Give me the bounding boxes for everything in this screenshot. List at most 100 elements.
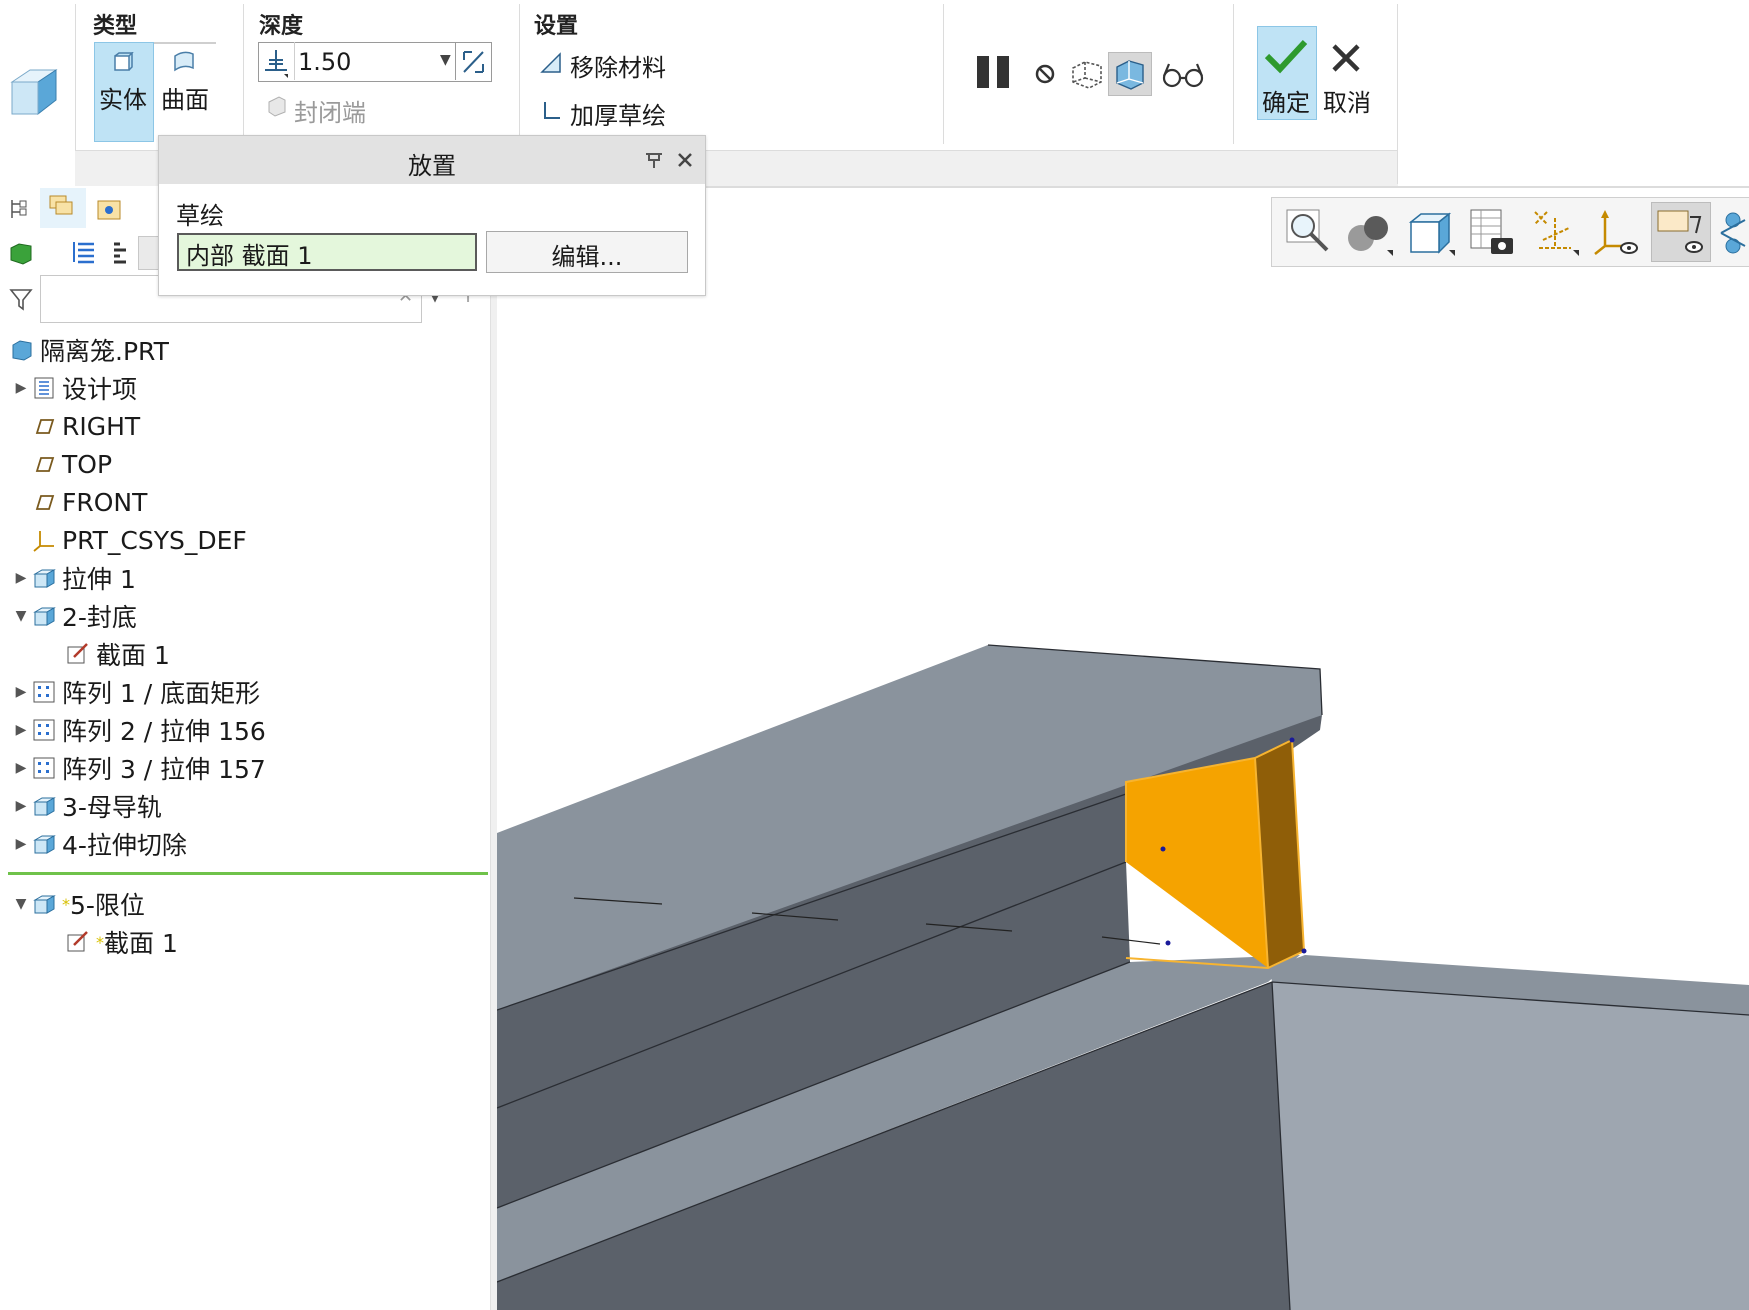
separator <box>943 4 944 144</box>
new-item-marker: * <box>96 932 104 952</box>
expand-arrow-icon[interactable]: ▶ <box>10 798 32 814</box>
sketch-vertex <box>1301 948 1307 954</box>
surface-icon[interactable] <box>172 50 196 74</box>
pattern-icon <box>32 680 56 704</box>
placement-panel: 放置 草绘 内部 截面 1 编辑... <box>158 135 706 296</box>
tree-filters-icon[interactable] <box>108 238 130 266</box>
annotation-display-button[interactable] <box>1651 202 1711 262</box>
part-display-icon[interactable] <box>8 240 34 266</box>
close-ends-label: 封闭端 <box>294 99 366 127</box>
sketch-vertex <box>1160 846 1166 852</box>
sketch-collector-value[interactable]: 内部 截面 1 <box>186 236 313 271</box>
tree-item-pattern-1[interactable]: ▶ 阵列 1 / 底面矩形 <box>10 675 261 709</box>
tree-item-label: 设计项 <box>62 375 138 404</box>
tree-item-extrude-1[interactable]: ▶ 拉伸 1 <box>10 561 136 595</box>
tree-item-csys[interactable]: PRT_CSYS_DEF <box>32 523 247 557</box>
tree-item-section-1[interactable]: 截面 1 <box>66 637 170 671</box>
tree-item-label: PRT_CSYS_DEF <box>62 525 247 555</box>
saved-views-icon[interactable] <box>1405 206 1457 258</box>
remove-material-label[interactable]: 移除材料 <box>570 48 666 83</box>
extrude-icon <box>32 794 56 818</box>
new-item-marker: * <box>62 894 70 914</box>
view-manager-icon[interactable] <box>1467 206 1519 258</box>
tree-item-label: 阵列 3 / 拉伸 157 <box>62 755 266 784</box>
tree-item-label: 隔离笼.PRT <box>40 337 169 366</box>
insert-indicator[interactable] <box>8 872 488 875</box>
thicken-sketch-label[interactable]: 加厚草绘 <box>570 96 666 131</box>
part-icon <box>10 338 34 362</box>
tree-item-right[interactable]: RIGHT <box>32 409 140 443</box>
separator <box>1233 4 1234 144</box>
tree-item-limit[interactable]: ▼ * 5-限位 <box>10 887 145 921</box>
tree-item-label: 截面 1 <box>104 929 178 958</box>
tree-item-design-items[interactable]: ▶ 设计项 <box>10 371 137 405</box>
surface-label[interactable]: 曲面 <box>161 80 209 115</box>
pause-icon[interactable] <box>975 54 1013 90</box>
layers-icon <box>49 195 73 215</box>
tree-item-label: 2-封底 <box>62 603 137 632</box>
panel-sash[interactable] <box>490 186 497 1310</box>
pattern-icon <box>32 718 56 742</box>
model-tree-tab-icon[interactable] <box>8 196 30 222</box>
tree-item-label: 5-限位 <box>70 891 145 920</box>
checkmark-icon <box>1264 39 1308 74</box>
tree-item-label: 阵列 1 / 底面矩形 <box>62 679 261 708</box>
close-icon[interactable] <box>676 151 694 169</box>
no-preview-icon[interactable] <box>1033 62 1057 86</box>
layer-tree-tab[interactable] <box>40 188 86 228</box>
tree-item-seal-bottom[interactable]: ▼ 2-封底 <box>10 599 137 633</box>
expand-arrow-icon[interactable]: ▶ <box>10 570 32 586</box>
depth-value[interactable]: 1.50 <box>298 48 351 76</box>
feature-preview-button[interactable] <box>1108 52 1152 96</box>
tree-columns-icon[interactable] <box>70 238 96 266</box>
tree-item-new-section[interactable]: * 截面 1 <box>66 925 178 959</box>
tree-item-pattern-2[interactable]: ▶ 阵列 2 / 拉伸 156 <box>10 713 266 747</box>
extrude-icon <box>32 604 56 628</box>
chevron-down-icon[interactable]: ▼ <box>440 52 451 68</box>
separator <box>519 4 520 150</box>
close-icon[interactable] <box>1330 42 1362 74</box>
sketch-icon <box>66 930 90 954</box>
depth-option-button[interactable] <box>258 42 295 80</box>
tree-item-female-rail[interactable]: ▶ 3-母导轨 <box>10 789 162 823</box>
remove-material-icon[interactable] <box>540 52 562 74</box>
datum-display-icon[interactable] <box>1529 206 1581 258</box>
spin-center-icon[interactable] <box>1717 206 1749 258</box>
sketch-icon <box>66 642 90 666</box>
tree-item-root[interactable]: 隔离笼.PRT <box>10 333 169 367</box>
tree-item-extrude-cut[interactable]: ▶ 4-拉伸切除 <box>10 827 187 861</box>
edit-sketch-label[interactable]: 编辑... <box>486 237 688 272</box>
geometry-preview-icon[interactable] <box>1069 56 1105 90</box>
expand-arrow-icon[interactable]: ▶ <box>10 760 32 776</box>
tree-item-top[interactable]: TOP <box>32 447 112 481</box>
tree-item-front[interactable]: FRONT <box>32 485 147 519</box>
flip-direction-button[interactable] <box>455 42 491 80</box>
separator <box>1397 4 1398 184</box>
cancel-label[interactable]: 取消 <box>1323 83 1371 118</box>
pattern-icon <box>32 756 56 780</box>
depth-group-title: 深度 <box>259 14 304 39</box>
expand-arrow-icon[interactable]: ▶ <box>10 722 32 738</box>
csys-icon <box>32 528 56 552</box>
csys-display-icon[interactable] <box>1591 206 1643 258</box>
confirm-label: 确定 <box>1262 89 1310 117</box>
collapse-arrow-icon[interactable]: ▼ <box>10 608 32 624</box>
filter-icon <box>9 289 33 311</box>
expand-arrow-icon[interactable]: ▶ <box>10 684 32 700</box>
expand-arrow-icon[interactable]: ▶ <box>10 836 32 852</box>
graphics-viewport[interactable] <box>497 186 1749 1310</box>
tree-item-pattern-3[interactable]: ▶ 阵列 3 / 拉伸 157 <box>10 751 266 785</box>
extrude-icon <box>32 832 56 856</box>
annotation-display-icon <box>1657 210 1703 253</box>
display-style-icon[interactable] <box>1343 206 1395 258</box>
pin-icon[interactable] <box>643 150 665 170</box>
verify-glasses-icon[interactable] <box>1161 60 1205 90</box>
tree-item-label: 3-母导轨 <box>62 793 162 822</box>
thicken-sketch-icon[interactable] <box>541 99 563 121</box>
expand-arrow-icon[interactable]: ▶ <box>10 380 32 396</box>
zoom-icon[interactable] <box>1283 206 1333 256</box>
flip-direction-icon <box>463 51 484 73</box>
collapse-arrow-icon[interactable]: ▼ <box>10 896 32 912</box>
favorites-icon[interactable] <box>95 196 123 222</box>
sketch-vertex <box>1289 737 1295 743</box>
